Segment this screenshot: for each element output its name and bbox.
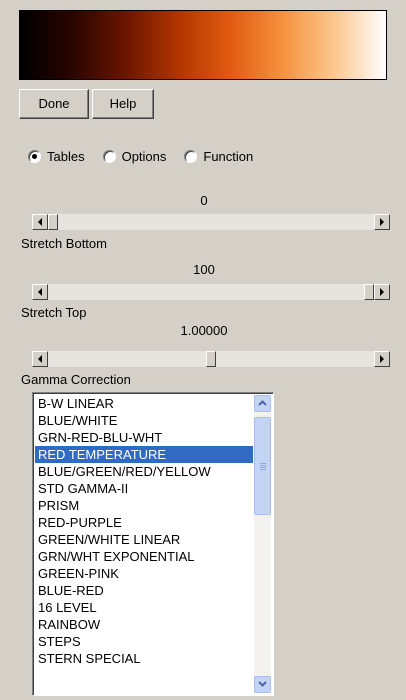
arrow-left-icon — [38, 355, 42, 363]
radio-dot[interactable] — [28, 149, 41, 163]
arrow-right-icon — [380, 355, 384, 363]
arrow-left-icon — [38, 218, 42, 226]
color-table-items: B-W LINEAR BLUE/WHITE GRN-RED-BLU-WHT RED T… — [35, 395, 253, 667]
scroll-left-button[interactable] — [32, 284, 48, 300]
radio-dot[interactable] — [184, 149, 198, 163]
color-table-item[interactable]: BLUE/WHITE — [35, 412, 253, 429]
scroll-left-button[interactable] — [32, 214, 48, 230]
color-table-item[interactable]: GREEN-PINK — [35, 565, 253, 582]
gamma-slider[interactable] — [32, 351, 390, 367]
color-table-item[interactable]: 16 LEVEL — [35, 599, 253, 616]
color-table-item[interactable]: BLUE/GREEN/RED/YELLOW — [35, 463, 253, 480]
radio-function[interactable]: Function — [184, 149, 253, 164]
scroll-up-button[interactable] — [254, 395, 271, 412]
scroll-right-button[interactable] — [374, 284, 390, 300]
stretch-top-slider[interactable] — [32, 284, 390, 300]
stretch-bottom-value: 0 — [200, 193, 208, 208]
radio-tables[interactable]: Tables — [28, 149, 85, 164]
radio-label: Tables — [47, 148, 85, 164]
radio-label: Options — [121, 148, 167, 164]
color-table-item[interactable]: BLUE-RED — [35, 582, 253, 599]
color-table-item[interactable]: RED-PURPLE — [35, 514, 253, 531]
list-vertical-scrollbar[interactable] — [254, 395, 271, 693]
chevron-down-icon — [258, 681, 267, 687]
stretch-bottom-slider[interactable] — [32, 214, 390, 230]
scroll-right-button[interactable] — [374, 214, 390, 230]
arrow-left-icon — [38, 288, 42, 296]
color-table-list[interactable]: B-W LINEAR BLUE/WHITE GRN-RED-BLU-WHT RED T… — [32, 392, 274, 696]
gamma-value: 1.00000 — [180, 323, 228, 338]
list-scroll-thumb[interactable] — [254, 417, 271, 515]
done-button[interactable]: Done — [19, 89, 89, 119]
radio-dot[interactable] — [102, 149, 116, 163]
color-table-item[interactable]: GRN/WHT EXPONENTIAL — [35, 548, 253, 565]
stretch-top-label: Stretch Top — [21, 305, 87, 320]
radio-label: Function — [203, 148, 254, 164]
color-table-preview — [19, 10, 387, 80]
radio-options[interactable]: Options — [102, 148, 167, 164]
arrow-right-icon — [380, 218, 384, 226]
slider-thumb[interactable] — [364, 284, 374, 300]
help-button[interactable]: Help — [92, 89, 154, 119]
color-table-item[interactable]: PRISM — [35, 497, 253, 514]
slider-thumb[interactable] — [48, 214, 58, 230]
mode-radio-group: Tables Options Function — [28, 147, 271, 165]
gamma-label: Gamma Correction — [21, 372, 131, 387]
color-table-item[interactable]: STEPS — [35, 633, 253, 650]
scroll-left-button[interactable] — [32, 351, 48, 367]
arrow-right-icon — [380, 288, 384, 296]
scroll-right-button[interactable] — [374, 351, 390, 367]
color-table-item[interactable]: STERN SPECIAL — [35, 650, 253, 667]
scroll-down-button[interactable] — [254, 676, 271, 693]
color-table-item[interactable]: RED TEMPERATURE — [35, 446, 253, 463]
color-table-item[interactable]: B-W LINEAR — [35, 395, 253, 412]
stretch-top-value: 100 — [193, 262, 215, 277]
stretch-bottom-label: Stretch Bottom — [21, 236, 107, 251]
color-table-item[interactable]: GREEN/WHITE LINEAR — [35, 531, 253, 548]
chevron-up-icon — [258, 400, 267, 406]
color-table-item[interactable]: RAINBOW — [35, 616, 253, 633]
slider-thumb[interactable] — [206, 351, 216, 367]
color-table-item[interactable]: GRN-RED-BLU-WHT — [35, 429, 253, 446]
color-table-item[interactable]: STD GAMMA-II — [35, 480, 253, 497]
